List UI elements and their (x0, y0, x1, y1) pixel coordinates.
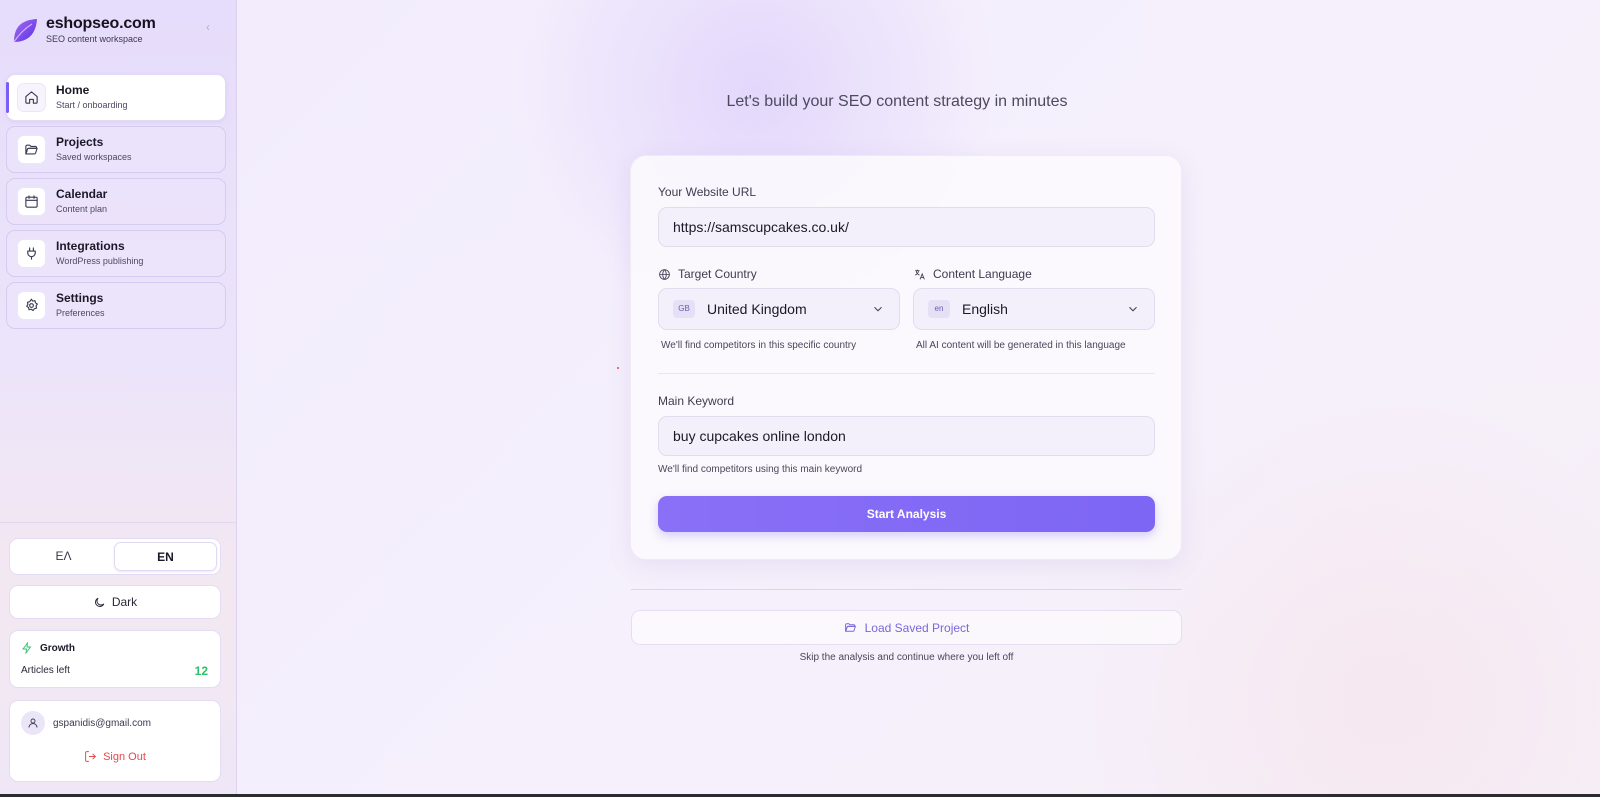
sidebar-item-home[interactable]: Home Start / onboarding (6, 74, 226, 121)
keyword-hint: We'll find competitors using this main k… (658, 464, 863, 475)
sign-out-label: Sign Out (103, 750, 146, 763)
analysis-form-card: Your Website URL Target Country GB Unite… (630, 155, 1182, 560)
dark-mode-button[interactable]: Dark (9, 585, 221, 619)
country-value: United Kingdom (707, 301, 807, 317)
sidebar-item-sub: Saved workspaces (56, 152, 132, 162)
brand-logo-icon (13, 18, 37, 42)
brand-name: eshopseo.com (46, 15, 156, 32)
moon-icon (94, 597, 105, 607)
content-language-label-text: Content Language (933, 267, 1032, 281)
page-headline: Let's build your SEO content strategy in… (726, 93, 1068, 110)
app-root: eshopseo.com SEO content workspace ‹ Hom… (0, 0, 1600, 797)
cursor-dot (617, 367, 619, 369)
avatar (21, 711, 45, 735)
sidebar-divider (0, 522, 237, 523)
collapse-sidebar-chevron-icon[interactable]: ‹ (200, 19, 216, 35)
calendar-icon (17, 187, 46, 216)
website-url-label: Your Website URL (658, 185, 757, 199)
globe-icon (659, 268, 670, 280)
sidebar-nav: Home Start / onboarding Projects Saved w… (6, 74, 226, 334)
target-country-select[interactable]: GB United Kingdom (658, 288, 900, 330)
translate-icon (915, 269, 925, 280)
main-content: Let's build your SEO content strategy in… (237, 0, 1600, 797)
country-code-badge: GB (673, 300, 695, 318)
plan-name: Growth (40, 642, 75, 654)
form-divider (658, 373, 1155, 374)
folder-open-icon (844, 623, 856, 632)
content-language-select[interactable]: en English (913, 288, 1155, 330)
language-value: English (962, 301, 1008, 317)
chevron-down-icon (1126, 302, 1140, 316)
start-analysis-button[interactable]: Start Analysis (658, 496, 1155, 532)
website-url-input[interactable] (658, 207, 1155, 247)
lang-option-el[interactable]: ΕΛ (13, 542, 114, 571)
sidebar-item-label: Integrations (56, 239, 125, 253)
user-icon (28, 718, 38, 728)
sidebar-item-label: Calendar (56, 187, 108, 201)
sidebar-item-integrations[interactable]: Integrations WordPress publishing (6, 230, 226, 277)
sidebar-item-sub: Content plan (56, 204, 108, 214)
language-code-badge: en (928, 300, 950, 318)
gear-icon (17, 291, 46, 320)
sign-out-button[interactable]: Sign Out (10, 750, 220, 763)
sidebar-item-label: Projects (56, 135, 104, 149)
main-keyword-label: Main Keyword (658, 394, 735, 408)
sidebar-item-label: Home (56, 83, 90, 97)
sidebar-item-sub: Start / onboarding (56, 100, 128, 110)
folder-open-icon (17, 135, 46, 164)
articles-left-value: 12 (194, 664, 208, 678)
user-email: gspanidis@gmail.com (53, 717, 151, 729)
target-country-label: Target Country (658, 267, 757, 281)
dark-mode-label: Dark (111, 595, 138, 609)
lightning-icon (22, 642, 32, 654)
main-keyword-input[interactable] (658, 416, 1155, 456)
sidebar-item-sub: Preferences (56, 308, 105, 318)
plug-icon (17, 239, 46, 268)
articles-left-label: Articles left (21, 665, 70, 676)
plan-card: Growth Articles left 12 (9, 630, 221, 688)
lang-option-en[interactable]: EN (114, 542, 217, 571)
brand-subtitle: SEO content workspace (46, 34, 143, 44)
sidebar-item-calendar[interactable]: Calendar Content plan (6, 178, 226, 225)
load-saved-project-button[interactable]: Load Saved Project (631, 610, 1182, 645)
sidebar-item-label: Settings (56, 291, 104, 305)
content-language-label: Content Language (913, 267, 1032, 281)
sidebar-item-sub: WordPress publishing (56, 256, 144, 266)
chevron-down-icon (871, 302, 885, 316)
language-hint: All AI content will be generated in this… (916, 340, 1126, 351)
country-hint: We'll find competitors in this specific … (661, 340, 857, 351)
target-country-label-text: Target Country (678, 267, 757, 281)
sign-out-icon (85, 751, 97, 762)
home-icon (17, 83, 46, 112)
sidebar-item-settings[interactable]: Settings Preferences (6, 282, 226, 329)
load-saved-project-label: Load Saved Project (864, 620, 970, 635)
section-divider (631, 589, 1182, 590)
user-card: gspanidis@gmail.com Sign Out (9, 700, 221, 782)
sidebar-item-projects[interactable]: Projects Saved workspaces (6, 126, 226, 173)
language-toggle: ΕΛ EN (9, 538, 221, 575)
sidebar: eshopseo.com SEO content workspace ‹ Hom… (0, 0, 237, 797)
load-hint: Skip the analysis and continue where you… (799, 652, 1014, 663)
brand[interactable]: eshopseo.com SEO content workspace (10, 14, 156, 46)
